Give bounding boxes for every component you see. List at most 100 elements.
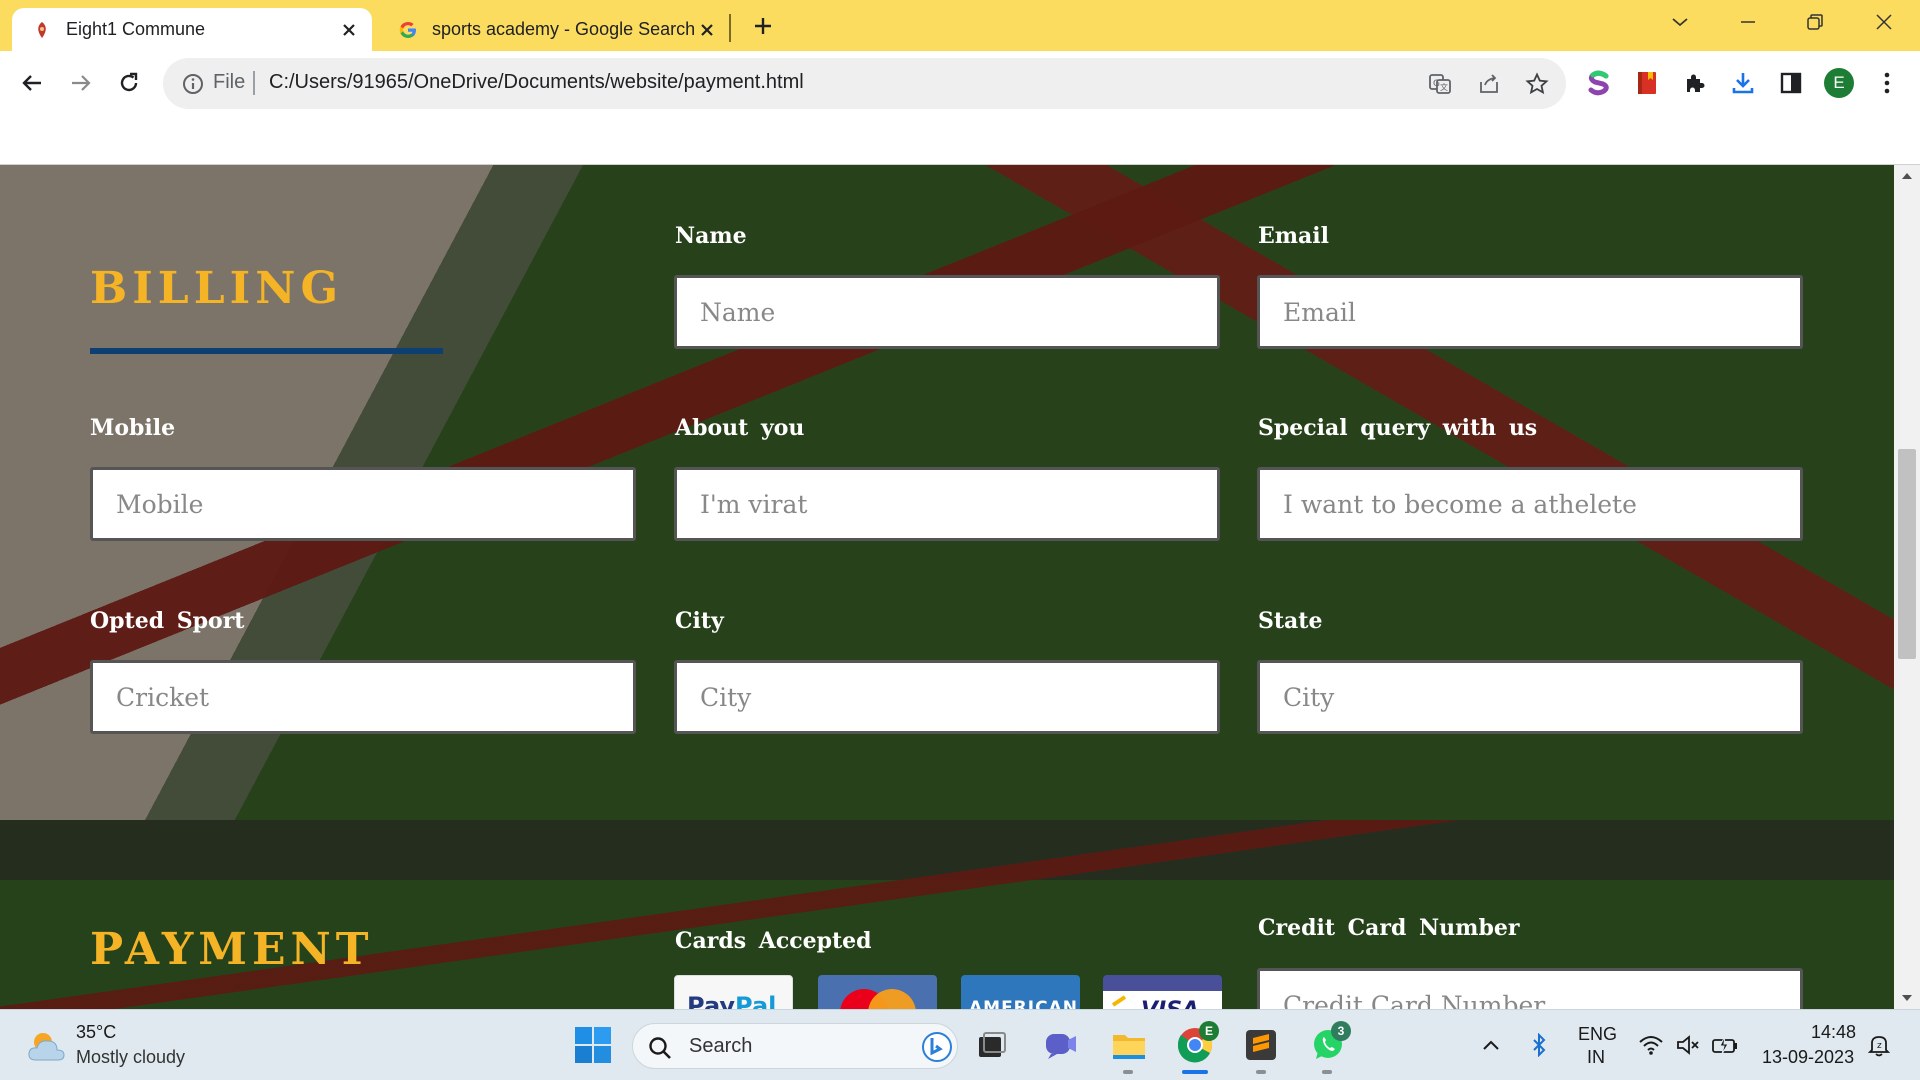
page-scrollbar[interactable] — [1894, 165, 1920, 1009]
notifications-bell-icon[interactable]: z — [1864, 1030, 1894, 1060]
mobile-input[interactable] — [90, 467, 636, 541]
address-divider — [253, 71, 255, 95]
bookmark-star-icon[interactable] — [1522, 69, 1552, 99]
whatsapp-running-indicator — [1322, 1070, 1332, 1074]
special-query-label: Special query with us — [1258, 415, 1538, 441]
teams-chat-icon[interactable] — [1041, 1025, 1081, 1065]
svg-text:VISA: VISA — [1141, 998, 1199, 1009]
speaker-muted-icon[interactable] — [1673, 1030, 1703, 1060]
mobile-label: Mobile — [90, 415, 176, 441]
chrome-active-indicator — [1182, 1070, 1208, 1074]
svg-text:z: z — [1877, 1041, 1882, 1051]
download-icon[interactable] — [1726, 66, 1760, 100]
svg-text:Pal: Pal — [735, 992, 776, 1009]
scroll-up-arrow-icon[interactable] — [1900, 169, 1914, 183]
google-favicon-icon — [398, 20, 418, 40]
windows-start-icon[interactable] — [574, 1026, 612, 1064]
app-favicon-icon — [32, 20, 52, 40]
url-text[interactable]: C:/Users/91965/OneDrive/Documents/websit… — [269, 71, 804, 94]
city-input[interactable] — [674, 660, 1220, 734]
red-book-extension-icon[interactable] — [1630, 66, 1664, 100]
billing-underline — [90, 348, 443, 354]
tab-google-search[interactable]: sports academy - Google Search — [378, 8, 730, 51]
new-tab-plus-icon[interactable] — [748, 11, 778, 41]
visa-logo: VISA — [1103, 975, 1222, 1009]
task-view-icon[interactable] — [972, 1025, 1012, 1065]
explorer-running-indicator — [1123, 1070, 1133, 1074]
battery-charging-icon[interactable] — [1710, 1030, 1740, 1060]
browser-titlebar: Eight1 Commune sports academy - Google S… — [0, 0, 1920, 51]
weather-description: Mostly cloudy — [76, 1047, 186, 1067]
special-query-input[interactable] — [1257, 467, 1803, 541]
reload-icon[interactable] — [109, 63, 149, 103]
svg-text:G: G — [1433, 79, 1440, 89]
bluetooth-icon[interactable] — [1524, 1030, 1554, 1060]
email-input[interactable] — [1257, 275, 1803, 349]
close-window-icon[interactable] — [1864, 4, 1904, 40]
scheme-label: File — [213, 71, 246, 93]
kebab-menu-icon[interactable] — [1870, 66, 1904, 100]
city-label: City — [675, 608, 724, 634]
browser-toolbar: File C:/Users/91965/OneDrive/Documents/w… — [0, 51, 1920, 165]
extensions-puzzle-icon[interactable] — [1678, 66, 1712, 100]
forward-arrow-icon[interactable] — [61, 63, 101, 103]
sublime-text-icon[interactable] — [1241, 1025, 1281, 1065]
cards-accepted-label: Cards Accepted — [675, 928, 872, 954]
bing-icon[interactable] — [921, 1031, 953, 1063]
close-tab-icon[interactable] — [336, 17, 362, 43]
translate-icon[interactable]: G文 — [1425, 69, 1455, 99]
state-label: State — [1258, 608, 1323, 634]
email-label: Email — [1258, 223, 1330, 249]
s-extension-icon[interactable] — [1582, 66, 1616, 100]
whatsapp-unread-badge: 3 — [1331, 1021, 1351, 1041]
chrome-profile-badge: E — [1199, 1021, 1219, 1041]
taskbar-search-box[interactable]: Search — [632, 1023, 958, 1069]
profile-avatar[interactable]: E — [1822, 66, 1856, 100]
credit-card-number-label: Credit Card Number — [1258, 915, 1520, 941]
site-info-icon[interactable] — [179, 70, 207, 98]
profile-initial: E — [1833, 73, 1845, 92]
search-placeholder: Search — [689, 1035, 753, 1057]
tab-title: Eight1 Commune — [66, 19, 206, 39]
windows-taskbar: 35°C Mostly cloudy Search E 3 ENG IN 14:… — [0, 1009, 1920, 1080]
tab-eight1-commune[interactable]: Eight1 Commune — [12, 8, 372, 51]
name-input[interactable] — [674, 275, 1220, 349]
opted-sport-input[interactable] — [90, 660, 636, 734]
language-region[interactable]: IN — [1587, 1047, 1605, 1068]
tab-divider — [729, 14, 731, 42]
state-input[interactable] — [1257, 660, 1803, 734]
scroll-down-arrow-icon[interactable] — [1900, 991, 1914, 1005]
language-indicator[interactable]: ENG — [1578, 1024, 1617, 1045]
sublime-running-indicator — [1256, 1070, 1266, 1074]
file-explorer-icon[interactable] — [1109, 1025, 1149, 1065]
restore-icon[interactable] — [1795, 4, 1835, 40]
chevron-up-icon[interactable] — [1476, 1030, 1506, 1060]
scroll-thumb[interactable] — [1898, 449, 1916, 659]
side-panel-icon[interactable] — [1774, 66, 1808, 100]
tab-search-chevron-down-icon[interactable] — [1660, 4, 1700, 40]
clock-time[interactable]: 14:48 — [1811, 1022, 1856, 1043]
svg-text:Pay: Pay — [687, 992, 735, 1009]
cloudy-weather-icon — [28, 1033, 65, 1061]
paypal-logo: Pay Pal — [674, 975, 793, 1009]
billing-heading: BILLING — [90, 263, 344, 314]
name-label: Name — [675, 223, 747, 249]
tab-title: sports academy - Google Search — [432, 19, 694, 39]
svg-text:文: 文 — [1440, 82, 1448, 92]
mastercard-logo — [818, 975, 937, 1009]
minimize-icon[interactable] — [1728, 4, 1768, 40]
share-icon[interactable] — [1474, 69, 1504, 99]
weather-temperature: 35°C — [76, 1022, 117, 1042]
payment-heading: PAYMENT — [90, 924, 374, 975]
close-tab-icon[interactable] — [694, 17, 720, 43]
wifi-icon[interactable] — [1636, 1030, 1666, 1060]
clock-date[interactable]: 13-09-2023 — [1762, 1047, 1854, 1068]
american-express-logo: AMERICAN — [961, 975, 1080, 1009]
page-viewport: BILLING Name Email Mobile About you Spec… — [0, 165, 1894, 1009]
back-arrow-icon[interactable] — [12, 63, 52, 103]
credit-card-number-input[interactable] — [1257, 968, 1803, 1009]
about-you-label: About you — [675, 415, 805, 441]
opted-sport-label: Opted Sport — [90, 608, 245, 634]
about-you-input[interactable] — [674, 467, 1220, 541]
address-bar[interactable]: File C:/Users/91965/OneDrive/Documents/w… — [163, 58, 1566, 109]
